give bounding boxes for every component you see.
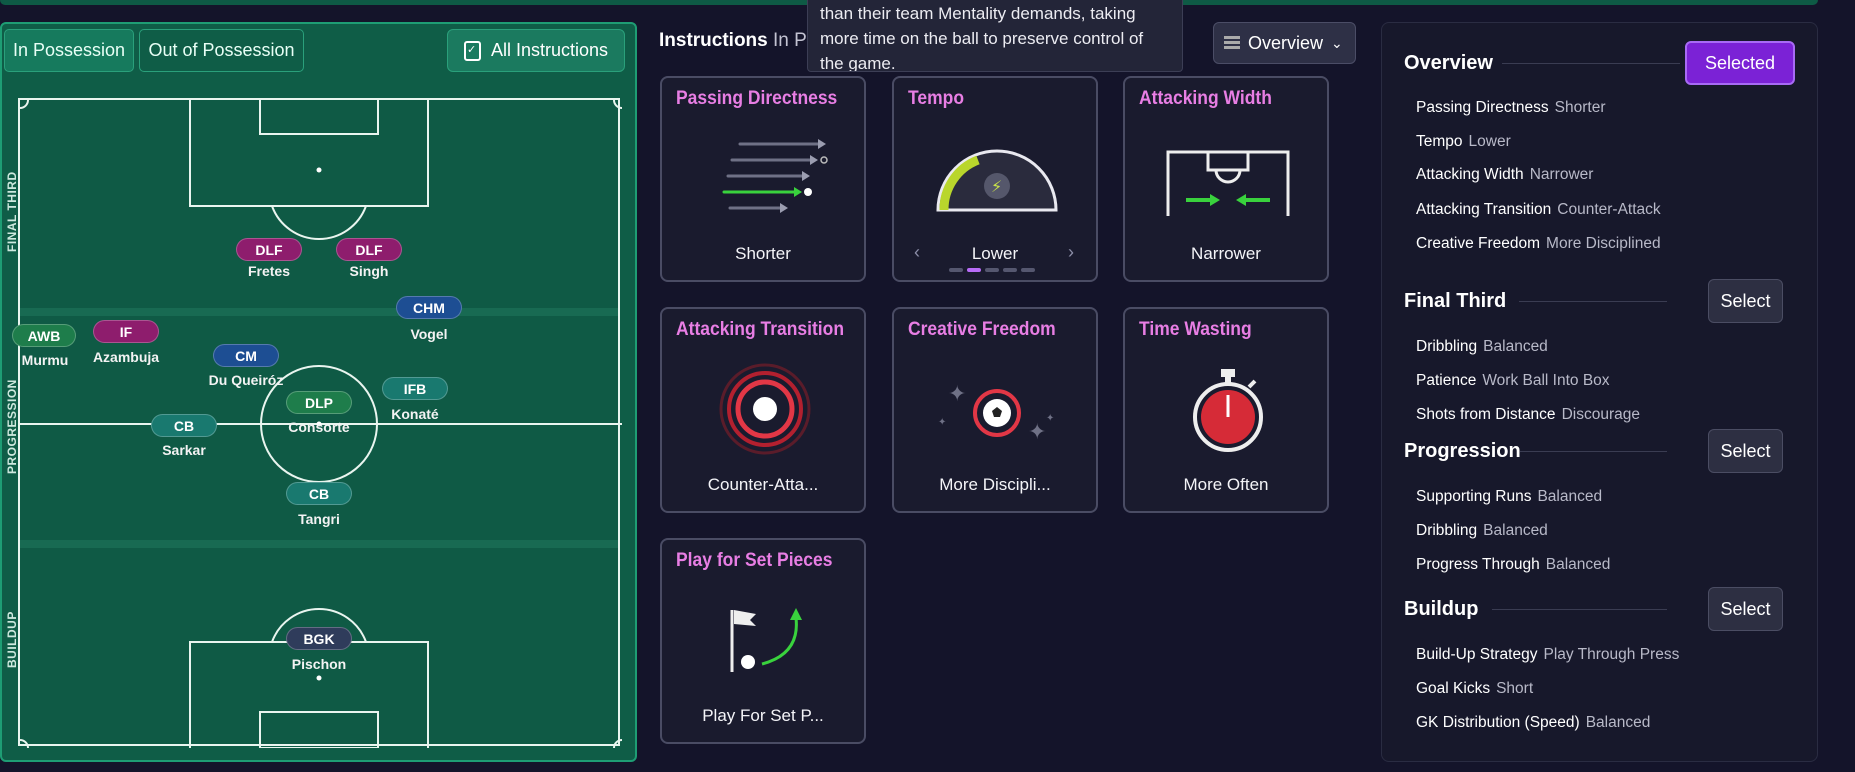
card-value: Shorter <box>735 244 791 263</box>
buildup-row: Goal Kicks Short <box>1416 680 1534 697</box>
chevron-down-icon: ⌄ <box>1331 34 1343 51</box>
chevron-right-icon[interactable]: › <box>1068 242 1074 263</box>
card-title: Creative Freedom <box>908 319 1056 340</box>
instruction-card-time-wasting[interactable]: Time Wasting More Often <box>1123 307 1329 513</box>
zone-label-progression: PROGRESSION <box>5 379 19 474</box>
progression-row: Supporting Runs Balanced <box>1416 488 1603 505</box>
player-role-chip[interactable]: CM <box>213 344 279 367</box>
card-title: Passing Directness <box>676 88 838 109</box>
card-title: Attacking Width <box>1139 88 1272 109</box>
instruction-card-play-for-set-pieces[interactable]: Play for Set Pieces Play For Set P... <box>660 538 866 744</box>
list-icon <box>1224 36 1240 50</box>
overview-row: Passing Directness Shorter <box>1416 99 1606 116</box>
final-third-row: Shots from Distance Discourage <box>1416 406 1640 423</box>
svg-text:✦: ✦ <box>1046 413 1054 424</box>
tactics-pitch-panel: In Possession Out of Possession All Inst… <box>0 22 637 762</box>
overview-row: Tempo Lower <box>1416 133 1511 150</box>
buildup-row: Build-Up Strategy Play Through Press <box>1416 646 1680 663</box>
all-instructions-label: All Instructions <box>490 40 609 60</box>
svg-text:✦: ✦ <box>948 382 966 407</box>
svg-text:✦: ✦ <box>938 417 946 428</box>
player-name: Singh <box>349 263 389 279</box>
instructions-subtitle: In P <box>773 30 807 51</box>
section-title-overview: Overview <box>1404 52 1493 74</box>
progression-row: Progress Through Balanced <box>1416 556 1611 573</box>
player-name: Konaté <box>391 406 439 422</box>
tempo-level-indicator <box>949 268 1035 272</box>
player-name: Tangri <box>298 511 340 527</box>
progression-select-button[interactable]: Select <box>1708 429 1783 473</box>
card-value: Lower <box>971 244 1019 263</box>
all-instructions-button[interactable]: All Instructions <box>447 29 625 72</box>
passing-arrows-icon <box>722 139 828 213</box>
instruction-tooltip: than their team Mentality demands, takin… <box>807 0 1183 72</box>
player-role-chip[interactable]: CB <box>151 414 217 437</box>
player-name: Vogel <box>410 326 448 342</box>
card-value: Play For Set P... <box>702 706 824 725</box>
player-role-chip[interactable]: BGK <box>286 627 352 650</box>
section-title-buildup: Buildup <box>1404 598 1479 620</box>
card-value: More Often <box>1183 475 1269 494</box>
final-third-row: Dribbling Balanced <box>1416 338 1548 355</box>
section-divider <box>1492 609 1667 610</box>
instructions-header: Instructions In P <box>659 30 807 52</box>
overview-selected-button[interactable]: Selected <box>1685 41 1795 85</box>
player-name: Du Queiróz <box>208 372 284 388</box>
player-role-chip[interactable]: DLF <box>336 238 402 261</box>
instruction-card-creative-freedom[interactable]: Creative Freedom ✦ ✦ ✦ ✦ More Discipli..… <box>892 307 1098 513</box>
tempo-gauge-icon: ⚡ <box>936 149 1058 212</box>
tab-out-of-possession[interactable]: Out of Possession <box>139 29 304 72</box>
width-pitch-icon <box>1166 150 1290 216</box>
section-title-final-third: Final Third <box>1404 290 1507 312</box>
player-role-chip[interactable]: CB <box>286 482 352 505</box>
overview-row: Creative Freedom More Disciplined <box>1416 235 1661 252</box>
tab-in-possession[interactable]: In Possession <box>4 29 134 72</box>
player-role-chip[interactable]: AWB <box>12 324 76 347</box>
player-role-chip[interactable]: IFB <box>382 377 448 400</box>
card-value: Narrower <box>1191 244 1261 263</box>
final-third-select-button[interactable]: Select <box>1708 279 1783 323</box>
card-value: More Discipli... <box>939 475 1051 494</box>
player-role-chip[interactable]: IF <box>93 320 159 343</box>
section-divider <box>1502 63 1680 64</box>
svg-text:⚡: ⚡ <box>991 177 1002 196</box>
zone-label-buildup: BUILDUP <box>5 611 19 668</box>
card-title: Play for Set Pieces <box>676 550 833 571</box>
stopwatch-icon <box>1193 369 1263 452</box>
player-name: Pischon <box>291 656 347 672</box>
svg-text:✦: ✦ <box>1028 420 1046 445</box>
instruction-card-tempo[interactable]: Tempo ⚡ ‹ Lower › <box>892 76 1098 282</box>
card-title: Attacking Transition <box>676 319 845 340</box>
player-role-chip[interactable]: CHM <box>396 296 462 319</box>
overview-dropdown[interactable]: Overview ⌄ <box>1213 22 1356 64</box>
instruction-card-passing-directness[interactable]: Passing Directness Shorter <box>660 76 866 282</box>
player-role-chip[interactable]: DLF <box>236 238 302 261</box>
buildup-row: GK Distribution (Speed) Balanced <box>1416 714 1651 731</box>
player-name: Azambuja <box>92 349 160 365</box>
card-title: Tempo <box>908 88 965 109</box>
player-name: Sarkar <box>162 442 206 458</box>
zone-label-final-third: FINAL THIRD <box>5 171 19 252</box>
overview-dropdown-label: Overview <box>1248 32 1324 53</box>
overview-row: Attacking Transition Counter-Attack <box>1416 201 1661 218</box>
buildup-select-button[interactable]: Select <box>1708 587 1783 631</box>
section-divider <box>1520 451 1667 452</box>
card-value: Counter-Atta... <box>707 475 819 494</box>
section-title-progression: Progression <box>1404 440 1521 462</box>
clipboard-icon <box>463 40 481 61</box>
progression-row: Dribbling Balanced <box>1416 522 1548 539</box>
instructions-title: Instructions <box>659 30 768 51</box>
corner-flag-icon <box>730 608 802 672</box>
overview-row: Attacking Width Narrower <box>1416 166 1594 183</box>
overview-panel: Overview Selected Passing Directness Shor… <box>1381 22 1818 762</box>
ball-sparkle-icon: ✦ ✦ ✦ ✦ <box>938 382 1054 445</box>
final-third-row: Patience Work Ball Into Box <box>1416 372 1610 389</box>
player-role-chip[interactable]: DLP <box>286 391 352 414</box>
target-rings-icon <box>719 363 811 455</box>
card-title: Time Wasting <box>1139 319 1252 340</box>
section-divider <box>1519 301 1667 302</box>
instruction-card-attacking-transition[interactable]: Attacking Transition Counter-Atta... <box>660 307 866 513</box>
instruction-card-attacking-width[interactable]: Attacking Width Narrower <box>1123 76 1329 282</box>
